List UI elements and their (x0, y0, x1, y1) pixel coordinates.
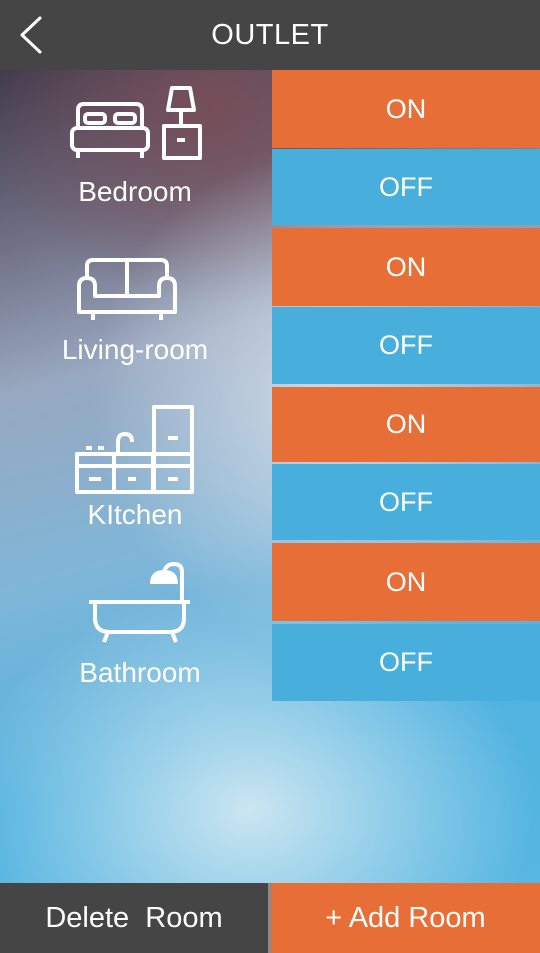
bathtub-icon (89, 562, 190, 643)
living-room-on-button[interactable]: ON (272, 228, 540, 306)
kitchen-off-button[interactable]: OFF (272, 464, 540, 540)
back-icon[interactable] (16, 15, 50, 55)
room-label-kitchen: KItchen (87, 499, 183, 530)
header-bar: OUTLET (0, 0, 540, 70)
bathroom-on-button[interactable]: ON (272, 543, 540, 621)
sofa-icon (77, 258, 177, 320)
bedroom-off-button[interactable]: OFF (272, 149, 540, 225)
lamp-icon (162, 86, 202, 160)
delete-room-button[interactable]: Delete Room (0, 883, 268, 953)
bedroom-on-button[interactable]: ON (272, 70, 540, 148)
kitchen-on-button[interactable]: ON (272, 387, 540, 462)
room-label-bathroom: Bathroom (79, 657, 201, 688)
page-title: OUTLET (211, 19, 329, 51)
living-room-off-button[interactable]: OFF (272, 307, 540, 384)
kitchen-icon (75, 405, 194, 494)
room-label-living-room: Living-room (61, 334, 209, 365)
room-label-bedroom: Bedroom (78, 176, 192, 207)
bathroom-off-button[interactable]: OFF (272, 624, 540, 701)
add-room-button[interactable]: + Add Room (271, 883, 540, 953)
bed-icon (70, 102, 150, 158)
